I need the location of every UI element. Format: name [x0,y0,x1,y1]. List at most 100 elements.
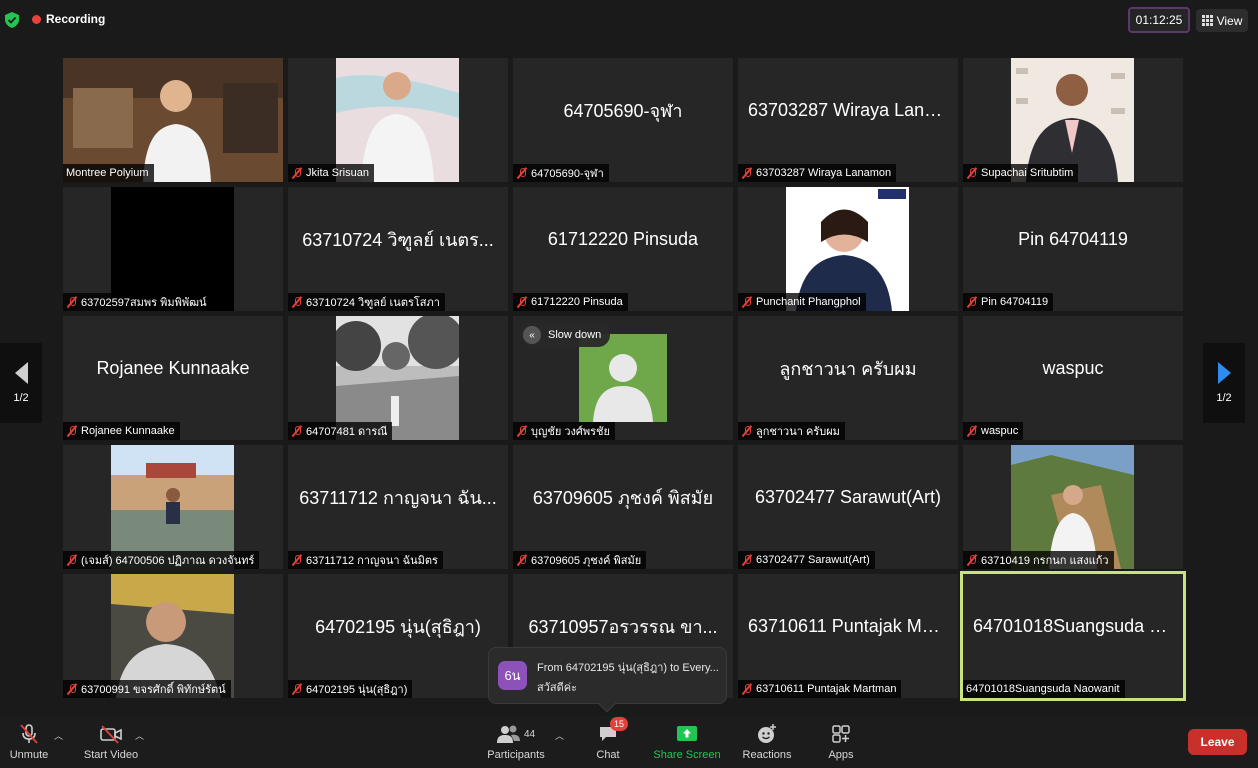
gallery-grid: Montree Polyium Jkita Srisuan 64705690-จ… [63,58,1186,701]
participant-tile[interactable]: Rojanee Kunnaake Rojanee Kunnaake [63,316,283,440]
previous-page-button[interactable]: 1/2 [0,343,42,423]
arrow-right-icon [1217,362,1231,384]
participant-display-name: 64705690-จุฬา [563,100,683,121]
video-options-caret-icon[interactable]: ︿ [135,729,144,742]
shield-icon[interactable] [5,12,19,28]
top-bar: Recording 01:12:25 View [0,0,1258,40]
participant-tile[interactable]: 63702597สมพร พิมพิพัฒน์ [63,187,283,311]
mic-muted-icon [66,296,78,308]
participant-name: Rojanee Kunnaake [81,425,175,437]
reactions-label: Reactions [742,749,792,761]
participant-nameplate: Supachai Sritubtim [963,164,1079,182]
participant-tile[interactable]: 63710611 Puntajak Mar... 63710611 Puntaj… [738,574,958,698]
participant-tile[interactable]: Punchanit Phangphol [738,187,958,311]
chat-bubble-icon: 15 [596,717,629,746]
participant-tile[interactable]: ลูกชาวนา ครับผม ลูกชาวนา ครับผม [738,316,958,440]
start-video-label: Start Video [83,749,139,761]
participant-nameplate: 61712220 Pinsuda [513,293,628,311]
participant-display-name: 63702477 Sarawut(Art) [754,486,942,507]
participants-label: Participants [487,749,545,761]
participant-name: 64701018Suangsuda Naowanit [966,683,1120,695]
participant-name: Jkita Srisuan [306,167,369,179]
participant-name: 63711712 กาญจนา ฉันมิตร [306,555,438,567]
participant-name: Supachai Sritubtim [981,167,1074,179]
apps-button[interactable]: Apps [825,716,857,768]
participants-options-caret-icon[interactable]: ︿ [555,729,564,742]
smiley-add-icon [755,722,779,746]
recording-dot-icon [32,14,41,24]
participant-name: 64707481 ดารณี [306,426,388,438]
participant-tile[interactable]: 63709605 ภุชงค์ พิสมัย 63709605 ภุชงค์ พ… [513,445,733,569]
participant-tile[interactable]: 63710724 วิฑูลย์ เนตร... 63710724 วิฑูลย… [288,187,508,311]
participant-nameplate: ลูกชาวนา ครับผม [738,422,845,440]
participant-tile[interactable]: 64705690-จุฬา 64705690-จุฬา [513,58,733,182]
participant-tile[interactable]: Pin 64704119 Pin 64704119 [963,187,1183,311]
slow-down-label: Slow down [548,329,602,341]
meeting-toolbar: Unmute ︿ Start Video ︿ 44 Participants ︿… [0,716,1258,768]
rewind-icon: « [523,326,541,344]
participant-display-name: waspuc [1042,357,1104,378]
next-page-button[interactable]: 1/2 [1203,343,1245,423]
participant-name: บุญชัย วงศ์พรชัย [531,426,610,438]
view-label: View [1216,13,1243,28]
participant-nameplate: บุญชัย วงศ์พรชัย [513,422,615,440]
participant-tile[interactable]: Jkita Srisuan [288,58,508,182]
participant-tile[interactable]: 64702195 นุ่น(สุธิฎา) 64702195 นุ่น(สุธิ… [288,574,508,698]
participant-tile[interactable]: Montree Polyium [63,58,283,182]
mic-muted-icon [66,683,78,695]
participant-display-name: 63711712 กาญจนา ฉัน... [299,487,497,508]
participant-display-name: Pin 64704119 [1018,228,1128,249]
participant-nameplate: 63702597สมพร พิมพิพัฒน์ [63,293,212,311]
share-screen-label: Share Screen [653,749,721,761]
mic-muted-icon [741,425,753,437]
mic-muted-icon [966,554,978,566]
participant-display-name: 64702195 นุ่น(สุธิฎา) [315,616,481,637]
participant-display-name: ลูกชาวนา ครับผม [779,358,917,379]
participant-name: Pin 64704119 [981,296,1049,308]
participant-tile[interactable]: 61712220 Pinsuda 61712220 Pinsuda [513,187,733,311]
participant-nameplate: waspuc [963,422,1024,440]
participant-name: Montree Polyium [66,167,149,179]
chat-button[interactable]: 15 Chat [589,716,629,768]
page-indicator-left: 1/2 [13,392,29,404]
unmute-button[interactable]: Unmute [6,716,52,768]
recording-label: Recording [46,12,106,26]
avatar-placeholder [579,334,667,422]
sender-avatar: 6น [498,661,527,690]
participant-tile[interactable]: 63702477 Sarawut(Art) 63702477 Sarawut(A… [738,445,958,569]
chat-message: สวัสดีค่ะ [537,682,578,694]
participant-tile[interactable]: 63710419 กรกนก แสงแก้ว [963,445,1183,569]
participant-name: waspuc [981,425,1019,437]
chat-notification[interactable]: 6น From 64702195 นุ่น(สุธิฎา) to Every..… [488,647,727,713]
participant-tile[interactable]: (เจมส์) 64700506 ปฏิภาณ ดวงจันทร์ [63,445,283,569]
mic-muted-icon [291,683,303,695]
start-video-button[interactable]: Start Video [80,716,142,768]
mic-muted-icon [741,167,753,179]
participant-name: ลูกชาวนา ครับผม [756,426,840,438]
participant-name: 63702597สมพร พิมพิพัฒน์ [81,297,207,309]
leave-button[interactable]: Leave [1188,729,1247,755]
participant-nameplate: Rojanee Kunnaake [63,422,180,440]
recording-indicator[interactable]: Recording [32,12,105,26]
participant-tile[interactable]: Supachai Sritubtim [963,58,1183,182]
participant-display-name: 63703287 Wiraya Lana... [748,99,948,120]
mic-muted-icon [516,296,528,308]
participant-tile[interactable]: 63703287 Wiraya Lana... 63703287 Wiraya … [738,58,958,182]
participant-name: 64702195 นุ่น(สุธิฎา) [306,684,408,696]
participants-button[interactable]: 44 Participants [484,716,548,768]
active-speaker-tile[interactable]: 64701018Suangsuda N... 64701018Suangsuda… [960,571,1186,701]
reactions-button[interactable]: Reactions [740,716,794,768]
participant-nameplate: 64707481 ดารณี [288,422,393,440]
video-camera-off-icon [99,722,123,746]
mic-muted-icon [291,425,303,437]
participant-tile[interactable]: waspuc waspuc [963,316,1183,440]
share-screen-button[interactable]: Share Screen [652,716,722,768]
participant-tile[interactable]: 64707481 ดารณี [288,316,508,440]
view-button[interactable]: View [1196,9,1248,32]
unmute-label: Unmute [9,749,49,761]
participant-tile[interactable]: 63711712 กาญจนา ฉัน... 63711712 กาญจนา ฉ… [288,445,508,569]
microphone-muted-icon [17,722,41,746]
audio-options-caret-icon[interactable]: ︿ [54,729,63,742]
participant-name: 63710611 Puntajak Martman [756,683,897,695]
participant-tile[interactable]: 63700991 ขจรศักดิ์ พิทักษ์รัตน์ [63,574,283,698]
